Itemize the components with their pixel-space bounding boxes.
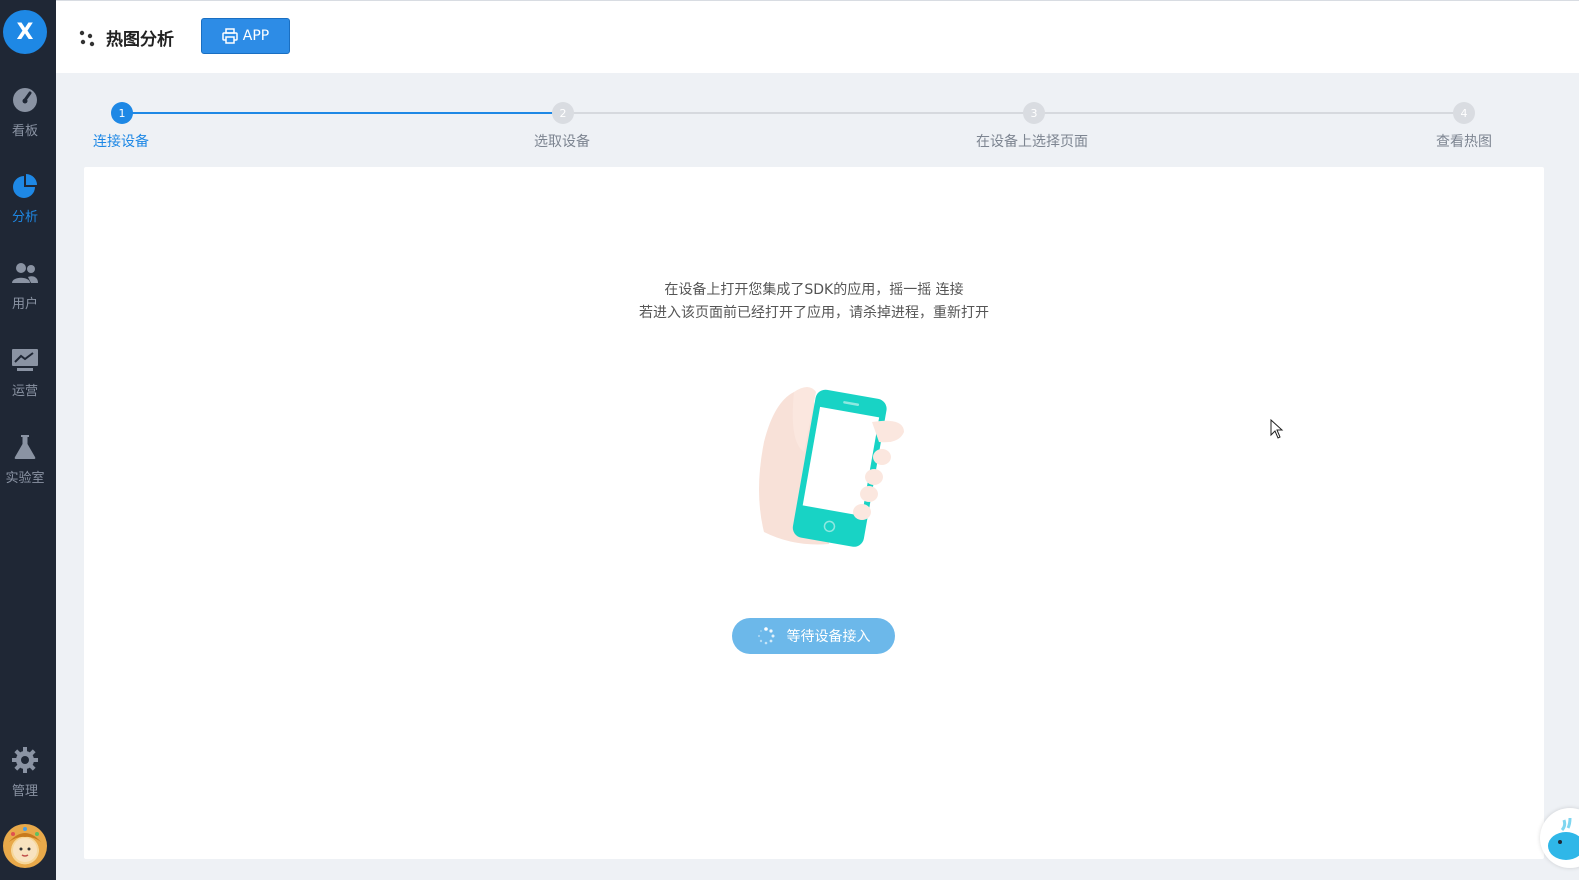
users-icon (11, 259, 39, 287)
flask-icon (11, 433, 39, 461)
instruction-line-2: 若进入该页面前已经打开了应用，请杀掉进程，重新打开 (639, 305, 989, 321)
sidebar: X 看板 分析 用户 运营 实验室 管理 (0, 0, 56, 880)
instruction-line-1: 在设备上打开您集成了SDK的应用，摇一摇 连接 (664, 282, 964, 298)
sidebar-item-analysis[interactable]: 分析 (0, 172, 50, 242)
step-number: 2 (559, 106, 567, 120)
heatmap-dots-icon (78, 29, 96, 47)
step-4-label: 查看热图 (1436, 134, 1492, 150)
step-number: 3 (1030, 106, 1038, 120)
step-3-label: 在设备上选择页面 (976, 134, 1088, 150)
stepper: 1 2 3 4 连接设备 选取设备 在设备上选择页面 查看热图 (84, 100, 1544, 160)
logo-letter: X (16, 19, 34, 45)
sidebar-item-dashboard[interactable]: 看板 (0, 86, 50, 156)
waiting-device-label: 等待设备接入 (786, 629, 871, 645)
step-connector (563, 112, 1034, 114)
step-1-marker: 1 (111, 102, 133, 124)
sidebar-item-label: 实验室 (5, 471, 45, 486)
step-connector-done (122, 112, 563, 114)
sidebar-item-settings[interactable]: 管理 (0, 746, 50, 816)
step-number: 1 (118, 106, 126, 120)
mouse-cursor-icon (1270, 418, 1284, 439)
top-bar: 热图分析 APP (56, 0, 1579, 73)
chat-helper-icon[interactable] (1540, 808, 1579, 868)
pie-chart-icon (11, 172, 39, 200)
sidebar-item-lab[interactable]: 实验室 (0, 433, 50, 503)
step-connector (1034, 112, 1464, 114)
app-button-label: APP (242, 28, 270, 44)
sidebar-item-label: 运营 (11, 384, 38, 399)
step-3-marker: 3 (1023, 102, 1045, 124)
gear-icon (11, 746, 39, 774)
app-logo[interactable]: X (3, 10, 47, 54)
sidebar-item-operations[interactable]: 运营 (0, 346, 50, 416)
sidebar-item-label: 用户 (11, 297, 38, 312)
printer-icon (222, 28, 238, 44)
step-2-label: 选取设备 (534, 134, 590, 150)
sidebar-item-label: 看板 (11, 124, 38, 139)
sidebar-item-label: 分析 (11, 210, 38, 225)
waiting-device-button[interactable]: 等待设备接入 (732, 618, 895, 654)
dashboard-gauge-icon (11, 86, 39, 114)
page-title-text: 热图分析 (106, 30, 174, 50)
step-4-marker: 4 (1453, 102, 1475, 124)
sidebar-item-users[interactable]: 用户 (0, 259, 50, 329)
monitor-chart-icon (11, 346, 39, 374)
step-2-marker: 2 (552, 102, 574, 124)
sidebar-item-label: 管理 (11, 784, 38, 799)
connect-device-panel: 在设备上打开您集成了SDK的应用，摇一摇 连接 若进入该页面前已经打开了应用，请… (84, 167, 1544, 859)
app-platform-button[interactable]: APP (201, 18, 290, 54)
step-number: 4 (1460, 106, 1468, 120)
avatar[interactable] (3, 824, 47, 868)
step-1-label: 连接设备 (93, 134, 149, 150)
shake-phone-illustration (754, 382, 914, 552)
spinner-icon (757, 627, 775, 645)
page-title: 热图分析 (78, 25, 174, 50)
